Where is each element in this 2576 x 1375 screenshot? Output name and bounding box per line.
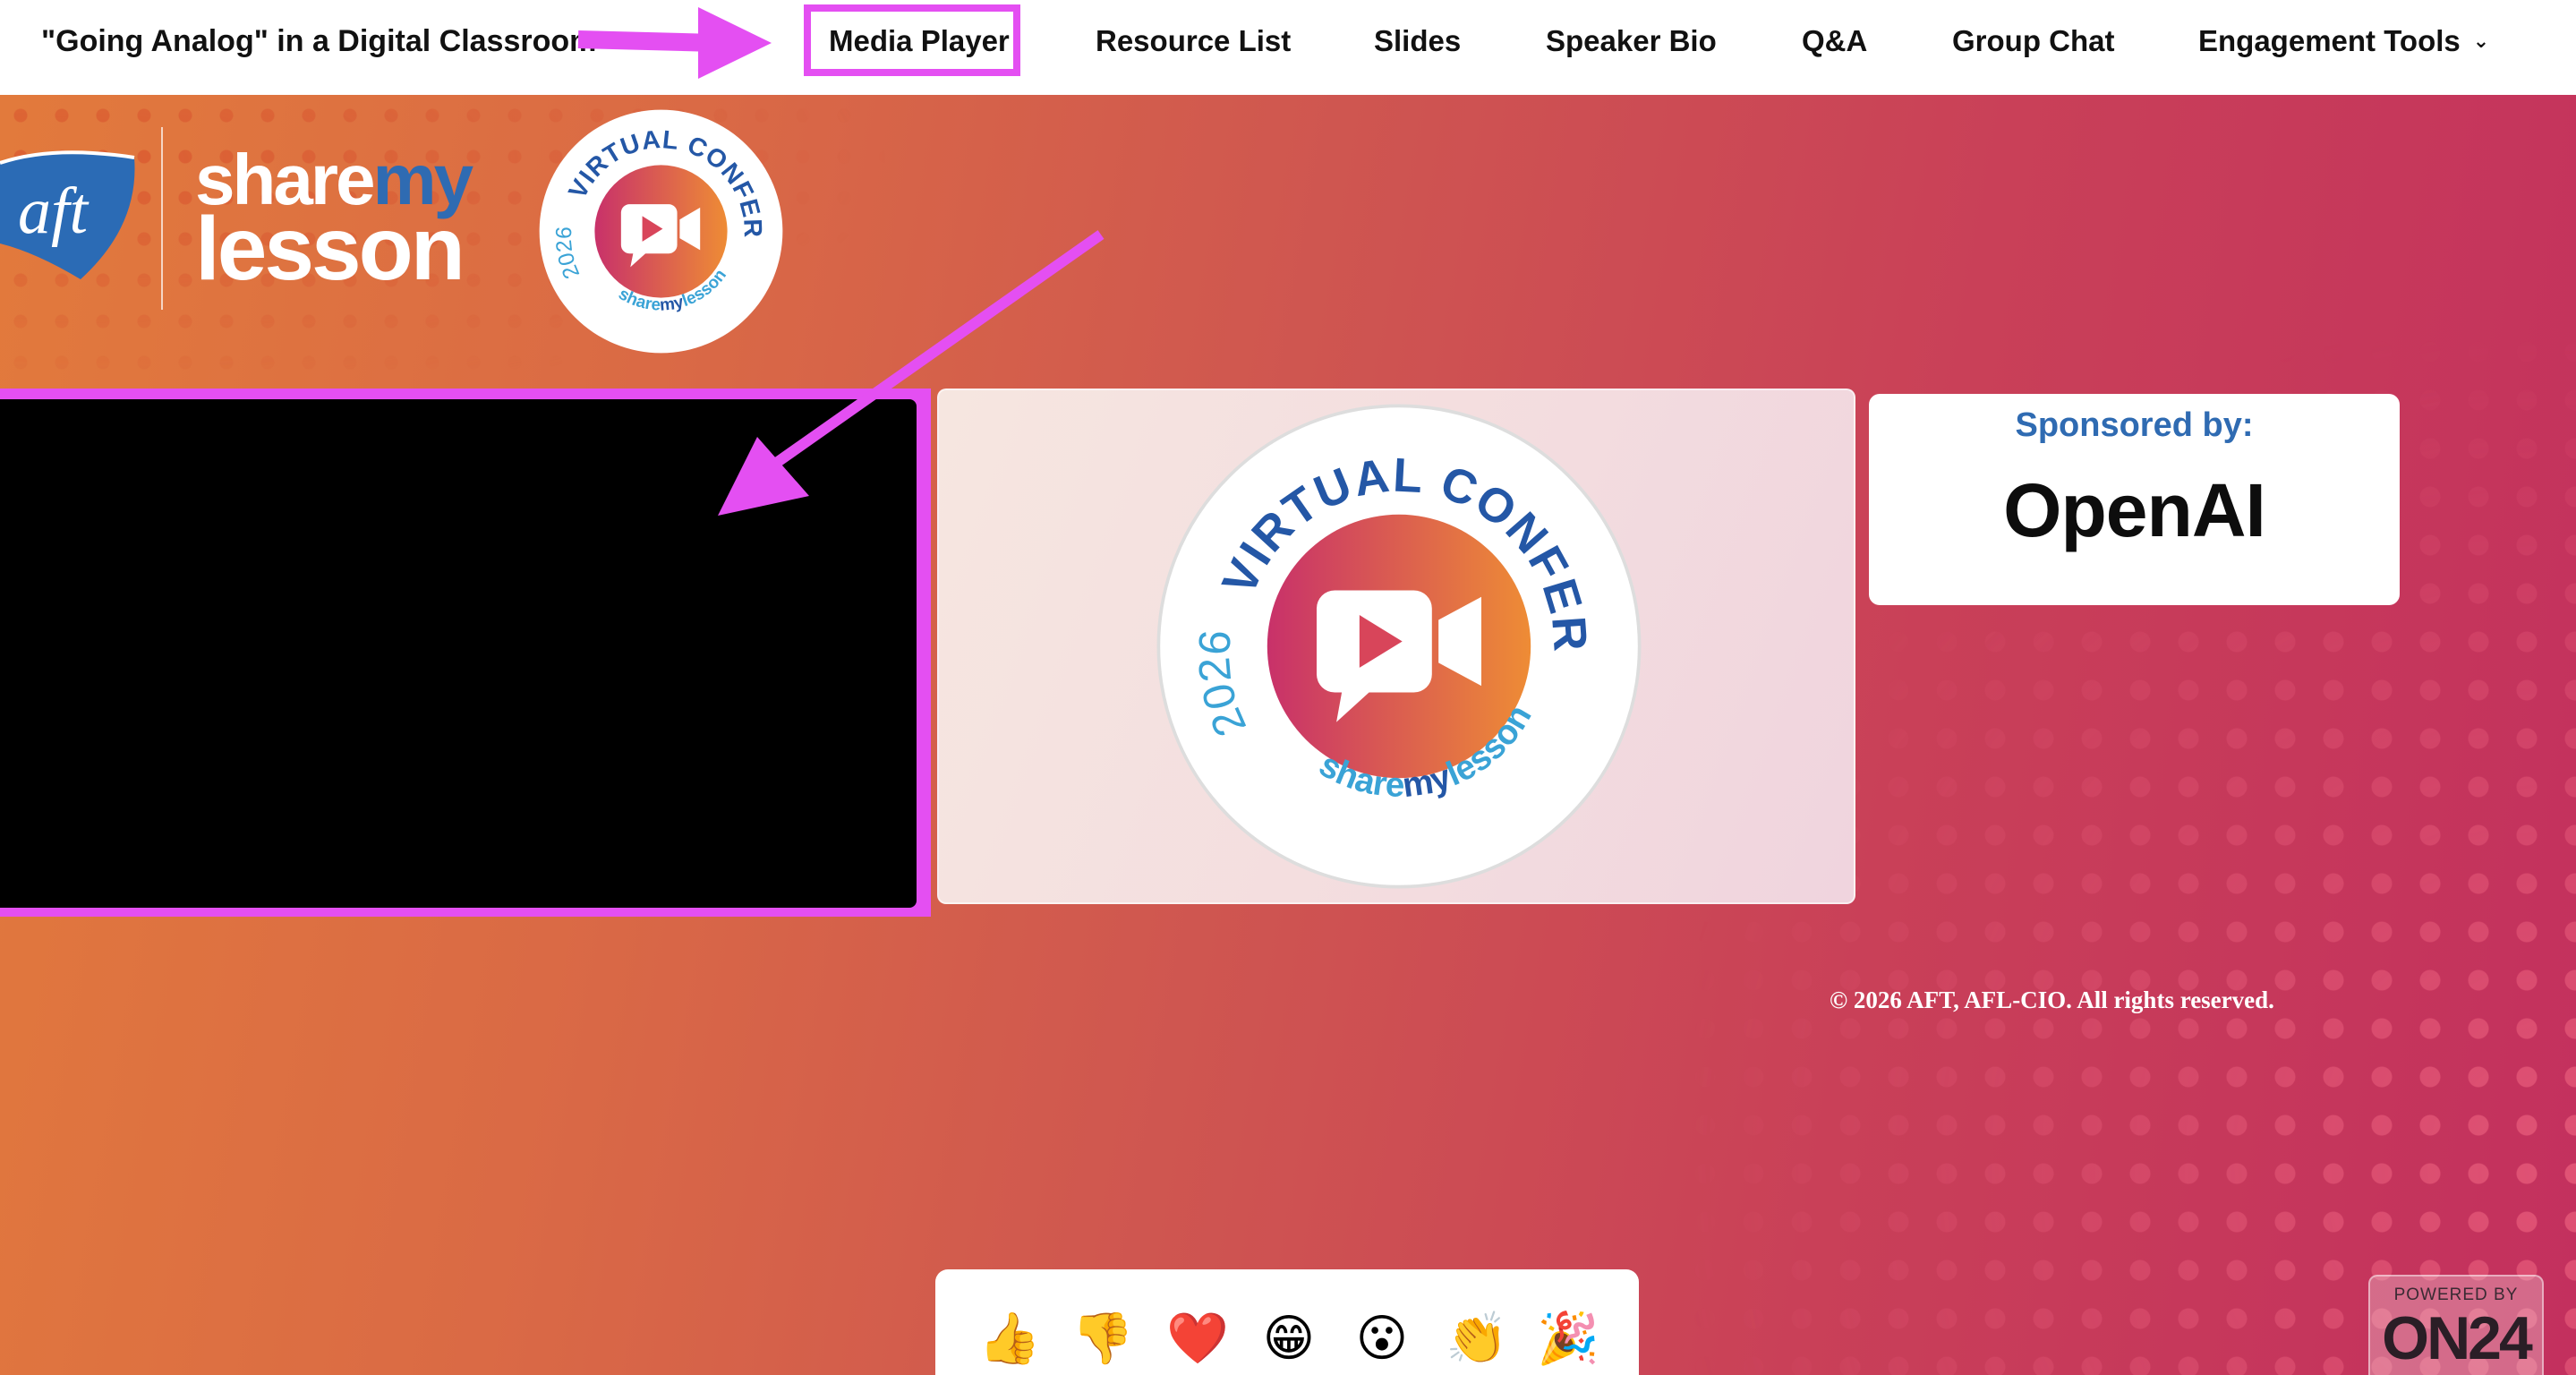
tab-slides[interactable]: Slides	[1374, 24, 1461, 58]
tab-speaker-bio[interactable]: Speaker Bio	[1546, 24, 1717, 58]
surprised-reaction-icon[interactable]: 😮	[1352, 1309, 1412, 1368]
sponsor-card: Sponsored by: OpenAI	[1869, 394, 2400, 605]
logo-lesson-text: lesson	[195, 199, 463, 299]
logo-divider	[161, 127, 163, 310]
event-stage-background: aft sharemy lesson VIRTUAL CONFERENCE 20…	[0, 95, 2576, 1375]
tab-group-chat[interactable]: Group Chat	[1952, 24, 2114, 58]
aft-logo: aft	[0, 150, 135, 279]
on24-logo: ON24	[2382, 1304, 2533, 1372]
powered-by-label: POWERED BY	[2393, 1285, 2519, 1304]
virtual-conference-badge-small: VIRTUAL CONFERENCE 2026 sharemylesson	[533, 104, 783, 354]
top-navigation-bar: "Going Analog" in a Digital Classroom Me…	[0, 0, 2576, 95]
sponsor-label: Sponsored by:	[2015, 406, 2254, 444]
party-popper-reaction-icon[interactable]: 🎉	[1537, 1309, 1599, 1368]
clap-reaction-icon[interactable]: 👏	[1446, 1309, 1508, 1368]
virtual-conference-badge-large: VIRTUAL CONFERENCE 2026 sharemylesson	[1152, 399, 1642, 889]
powered-by-on24-badge[interactable]: POWERED BY ON24	[2368, 1275, 2544, 1375]
share-my-lesson-logo: sharemy lesson	[195, 140, 477, 299]
heart-reaction-icon[interactable]: ❤️	[1166, 1309, 1229, 1368]
sponsor-name: OpenAI	[2003, 468, 2266, 552]
grin-reaction-icon[interactable]: 😁	[1259, 1309, 1318, 1368]
slide-viewer-panel: VIRTUAL CONFERENCE 2026 sharemylesson	[937, 389, 1855, 904]
thumbs-up-reaction-icon[interactable]: 👍	[978, 1309, 1041, 1368]
tab-engagement-tools[interactable]: Engagement Tools ⌄	[2198, 24, 2489, 58]
event-title: "Going Analog" in a Digital Classroom	[41, 24, 597, 58]
copyright-text: © 2026 AFT, AFL-CIO. All rights reserved…	[1830, 986, 2274, 1013]
tab-resource-list[interactable]: Resource List	[1096, 24, 1291, 58]
tab-media-player[interactable]: Media Player	[829, 24, 1010, 58]
chevron-down-icon: ⌄	[2472, 30, 2490, 52]
engagement-tools-label: Engagement Tools	[2198, 24, 2461, 57]
thumbs-down-reaction-icon[interactable]: 👎	[1071, 1309, 1134, 1368]
tab-qa[interactable]: Q&A	[1802, 24, 1867, 58]
aft-logo-text: aft	[18, 175, 90, 248]
media-player-video[interactable]	[0, 399, 917, 908]
reactions-bar: 👍 👎 ❤️ 😁 😮 👏 🎉	[935, 1269, 1639, 1375]
